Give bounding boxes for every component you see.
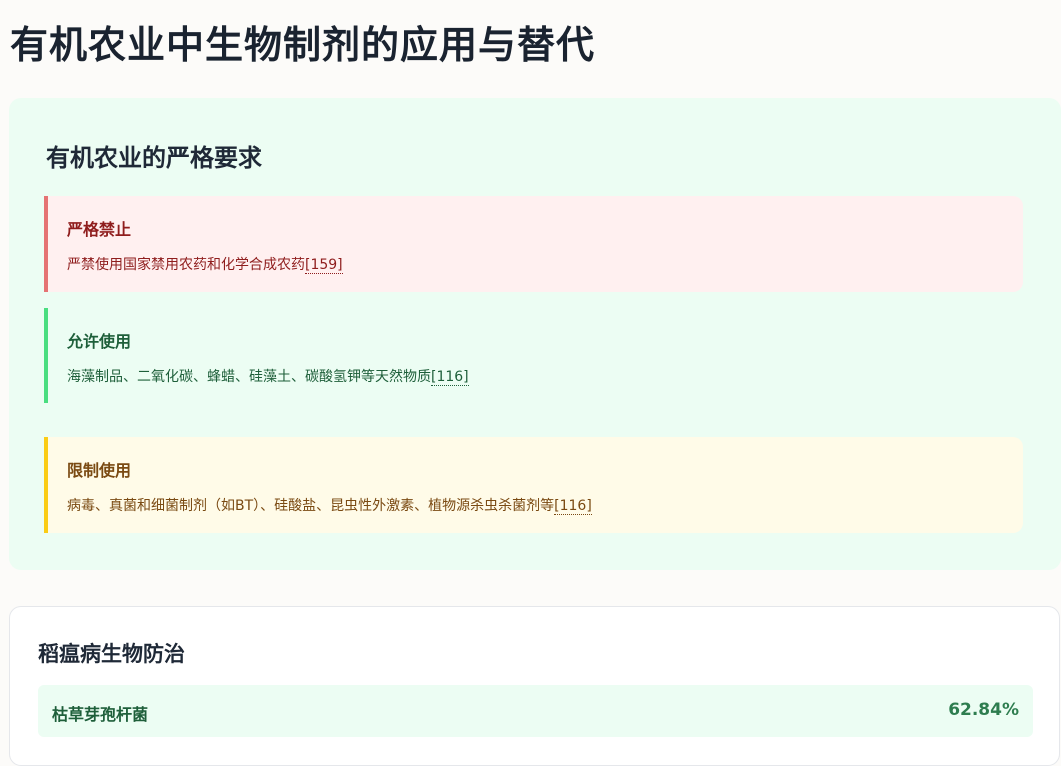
requirements-panel: 有机农业的严格要求 严格禁止 严禁使用国家禁用农药和化学合成农药[159] 允许… [9, 98, 1061, 570]
citation-link[interactable]: [116] [431, 369, 469, 386]
limited-title: 限制使用 [67, 461, 132, 480]
requirements-title: 有机农业的严格要求 [46, 144, 262, 172]
citation-link[interactable]: [159] [305, 257, 343, 274]
page-title: 有机农业中生物制剂的应用与替代 [10, 23, 596, 67]
limited-text: 病毒、真菌和细菌制剂（如BT）、硅酸盐、昆虫性外激素、植物源杀虫杀菌剂等 [67, 498, 555, 514]
rice-blast-panel: 稻瘟病生物防治 枯草芽孢杆菌 62.84% [9, 606, 1060, 766]
allowed-title: 允许使用 [67, 332, 132, 351]
allowed-text: 海藻制品、二氧化碳、蜂蜡、硅藻土、碳酸氢钾等天然物质 [67, 369, 431, 385]
citation-link[interactable]: [116] [554, 498, 592, 515]
limited-card: 限制使用 病毒、真菌和细菌制剂（如BT）、硅酸盐、昆虫性外激素、植物源杀虫杀菌剂… [44, 437, 1023, 533]
rice-blast-title: 稻瘟病生物防治 [38, 642, 185, 666]
allowed-text-line: 海藻制品、二氧化碳、蜂蜡、硅藻土、碳酸氢钾等天然物质[116] [67, 366, 1023, 386]
banned-text-line: 严禁使用国家禁用农药和化学合成农药[159] [67, 254, 1023, 274]
agent-name: 枯草芽孢杆菌 [52, 705, 149, 724]
limited-text-line: 病毒、真菌和细菌制剂（如BT）、硅酸盐、昆虫性外激素、植物源杀虫杀菌剂等[116… [67, 495, 1023, 515]
banned-card: 严格禁止 严禁使用国家禁用农药和化学合成农药[159] [44, 196, 1023, 292]
banned-title: 严格禁止 [67, 220, 132, 239]
allowed-card: 允许使用 海藻制品、二氧化碳、蜂蜡、硅藻土、碳酸氢钾等天然物质[116] [44, 308, 1023, 403]
agent-row: 枯草芽孢杆菌 62.84% [38, 685, 1033, 737]
agent-efficacy-value: 62.84% [948, 700, 1019, 720]
banned-text: 严禁使用国家禁用农药和化学合成农药 [67, 257, 305, 273]
